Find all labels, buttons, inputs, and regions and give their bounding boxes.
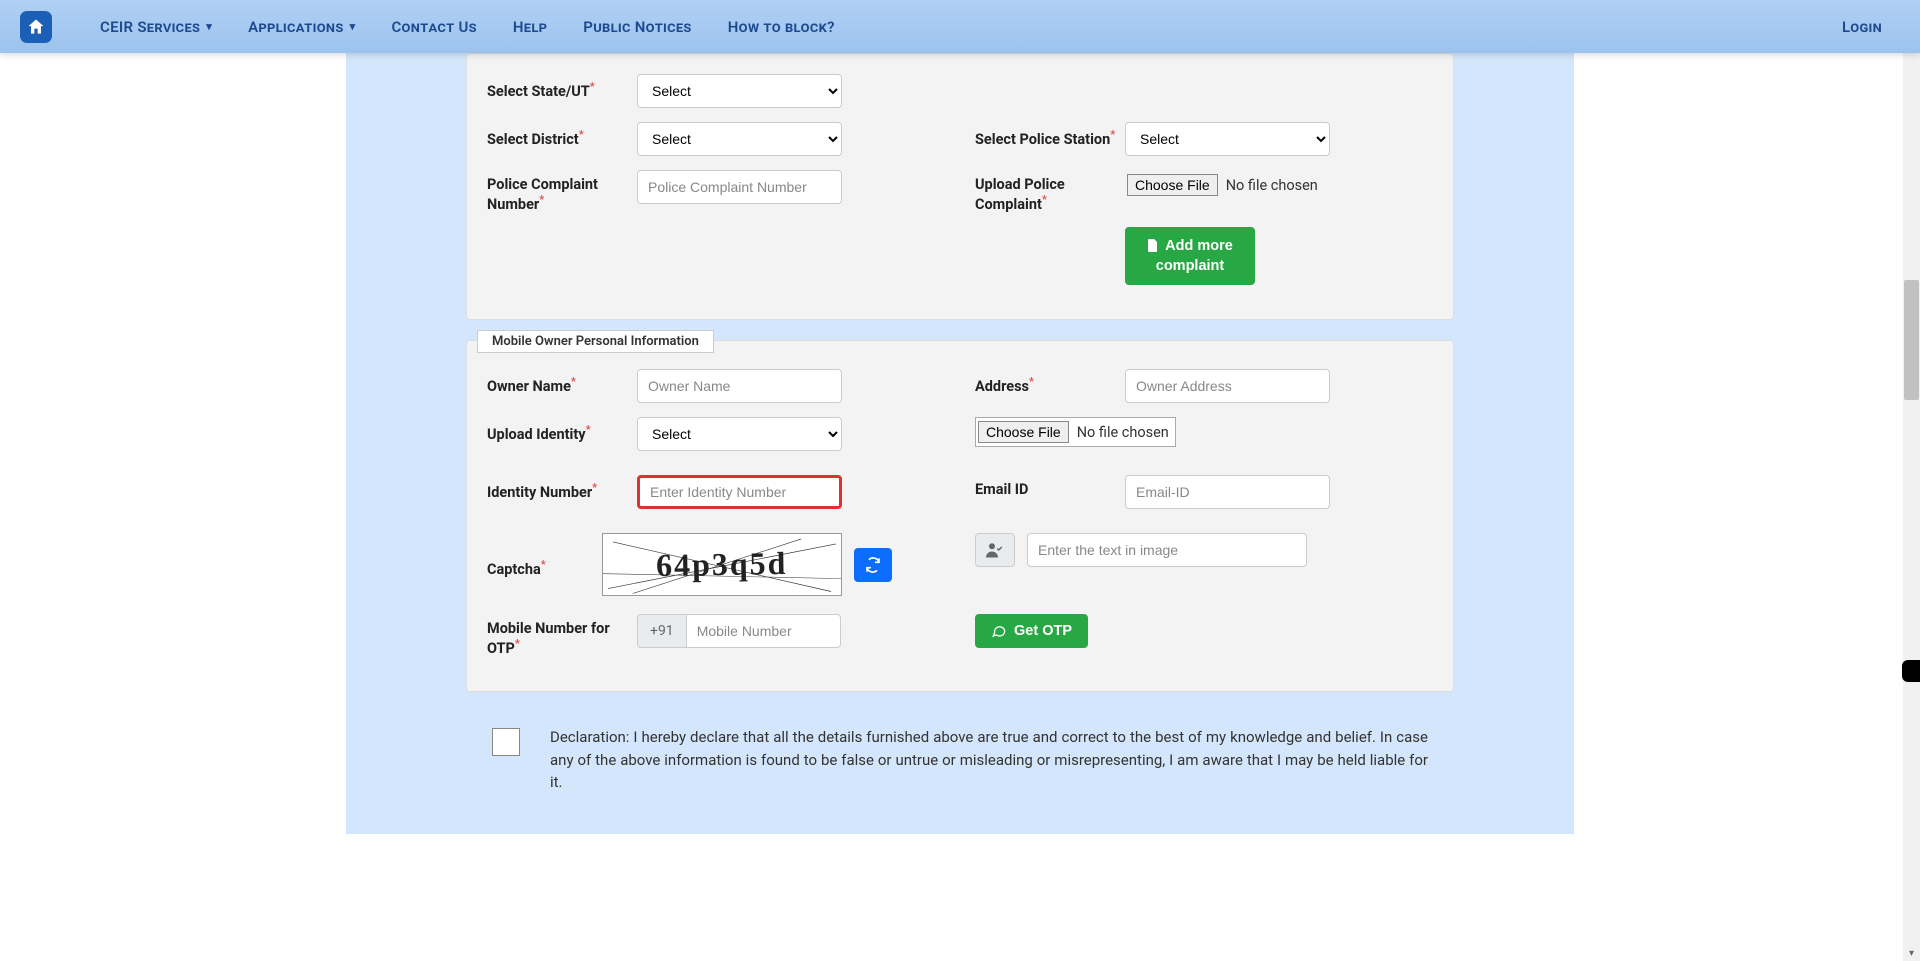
email-input[interactable] bbox=[1125, 475, 1330, 509]
police-station-label: Select Police Station* bbox=[975, 122, 1125, 148]
choose-file-button[interactable]: Choose File bbox=[1127, 174, 1218, 196]
choose-file-button[interactable]: Choose File bbox=[978, 421, 1069, 443]
person-check-icon bbox=[975, 533, 1015, 567]
scrollbar[interactable]: ▴ ▾ bbox=[1903, 0, 1920, 961]
identity-number-input[interactable] bbox=[637, 475, 842, 509]
main-navbar: CEIR Services▾ Applications▾ Contact Us … bbox=[0, 0, 1920, 53]
chat-icon bbox=[991, 624, 1007, 638]
nav-help[interactable]: Help bbox=[495, 18, 565, 36]
nav-ceir-services[interactable]: CEIR Services▾ bbox=[82, 18, 230, 36]
chevron-down-icon: ▾ bbox=[206, 20, 212, 33]
upload-identity-file[interactable]: Choose File No file chosen bbox=[975, 417, 1176, 447]
scrollbar-thumb[interactable] bbox=[1904, 280, 1919, 400]
captcha-label: Captcha* bbox=[487, 552, 602, 578]
mobile-number-input[interactable] bbox=[686, 614, 841, 648]
complaint-num-input[interactable] bbox=[637, 170, 842, 204]
upload-complaint-file[interactable]: Choose File No file chosen bbox=[1125, 170, 1324, 200]
captcha-image: 64p3q5d bbox=[602, 533, 842, 596]
identity-type-select[interactable]: Select bbox=[637, 417, 842, 451]
get-otp-button[interactable]: Get OTP bbox=[975, 614, 1088, 648]
address-label: Address* bbox=[975, 369, 1125, 395]
declaration-text: Declaration: I hereby declare that all t… bbox=[550, 726, 1428, 794]
refresh-icon bbox=[865, 557, 881, 573]
police-station-select[interactable]: Select bbox=[1125, 122, 1330, 156]
address-input[interactable] bbox=[1125, 369, 1330, 403]
side-tab[interactable] bbox=[1902, 660, 1920, 682]
police-info-card: Select State/UT* Select Select District*… bbox=[466, 53, 1454, 320]
document-icon bbox=[1147, 239, 1159, 253]
nav-public-notices[interactable]: Public Notices bbox=[565, 18, 709, 36]
complaint-num-label: Police Complaint Number* bbox=[487, 170, 637, 213]
owner-name-input[interactable] bbox=[637, 369, 842, 403]
state-select[interactable]: Select bbox=[637, 74, 842, 108]
home-icon[interactable] bbox=[20, 11, 52, 43]
chevron-down-icon: ▾ bbox=[350, 20, 356, 33]
file-status-text: No file chosen bbox=[1071, 424, 1175, 441]
district-select[interactable]: Select bbox=[637, 122, 842, 156]
owner-info-card: Mobile Owner Personal Information Owner … bbox=[466, 340, 1454, 692]
nav-login[interactable]: Login bbox=[1824, 18, 1900, 36]
state-label: Select State/UT* bbox=[487, 74, 637, 100]
file-status-text: No file chosen bbox=[1220, 177, 1324, 194]
captcha-input[interactable] bbox=[1027, 533, 1307, 567]
nav-contact-us[interactable]: Contact Us bbox=[373, 18, 494, 36]
country-code-prefix: +91 bbox=[637, 614, 686, 648]
mobile-otp-label: Mobile Number for OTP* bbox=[487, 614, 637, 657]
declaration-checkbox[interactable] bbox=[492, 728, 520, 756]
district-label: Select District* bbox=[487, 122, 637, 148]
email-label: Email ID bbox=[975, 475, 1125, 498]
nav-how-to-block[interactable]: How to block? bbox=[710, 18, 853, 36]
owner-card-title: Mobile Owner Personal Information bbox=[477, 330, 714, 353]
scroll-down-arrow[interactable]: ▾ bbox=[1906, 948, 1917, 959]
upload-identity-label: Upload Identity* bbox=[487, 417, 637, 443]
refresh-captcha-button[interactable] bbox=[854, 548, 892, 582]
identity-number-label: Identity Number* bbox=[487, 475, 637, 501]
owner-name-label: Owner Name* bbox=[487, 369, 637, 395]
nav-applications[interactable]: Applications▾ bbox=[230, 18, 373, 36]
add-more-complaint-button[interactable]: Add more complaint bbox=[1125, 227, 1255, 286]
declaration-row: Declaration: I hereby declare that all t… bbox=[466, 712, 1454, 794]
upload-complaint-label: Upload Police Complaint* bbox=[975, 170, 1125, 213]
